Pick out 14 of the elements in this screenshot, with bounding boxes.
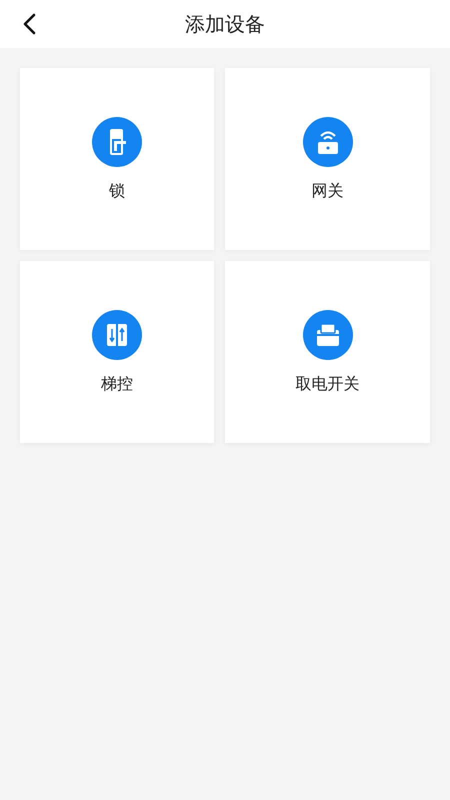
device-label: 网关	[312, 180, 344, 202]
router-icon	[302, 116, 352, 166]
device-label: 锁	[109, 180, 125, 202]
device-card[interactable]: 网关	[225, 68, 430, 250]
elevator-icon	[92, 310, 142, 360]
back-icon[interactable]	[22, 13, 36, 35]
device-card[interactable]: 锁	[20, 68, 214, 250]
device-label: 取电开关	[296, 374, 360, 394]
door-lock-icon	[92, 116, 142, 166]
page-title: 添加设备	[185, 10, 265, 38]
device-card[interactable]: 梯控	[20, 261, 214, 443]
card-slot-icon	[302, 310, 352, 360]
device-label: 梯控	[101, 374, 133, 394]
device-card[interactable]: 取电开关	[225, 261, 430, 443]
